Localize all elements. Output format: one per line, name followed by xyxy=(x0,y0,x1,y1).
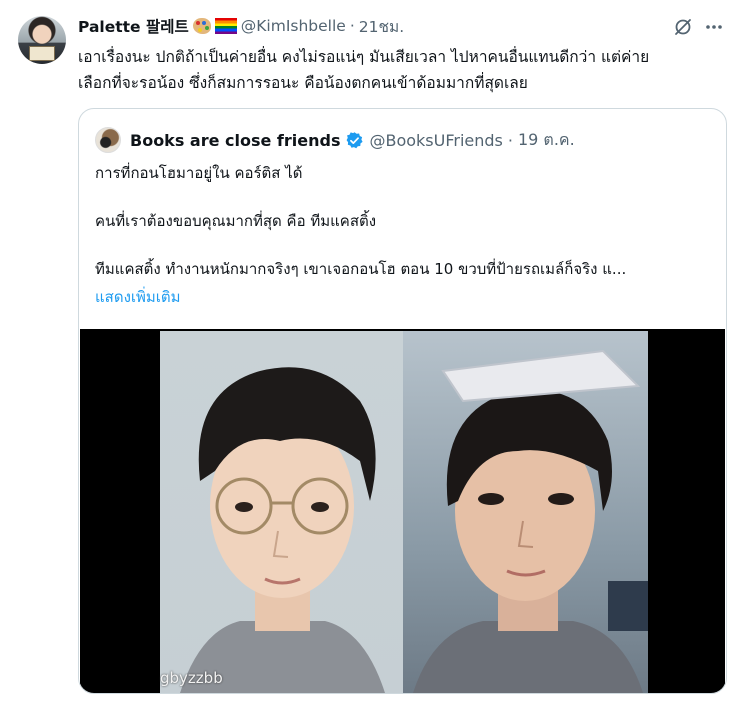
tweet[interactable]: Palette 팔레트 @KimIshbelle · 21ชม. เอาเรื่… xyxy=(0,0,737,703)
more-icon[interactable] xyxy=(703,16,725,38)
photo-right[interactable] xyxy=(403,331,648,693)
tweet-text: เอาเรื่องนะ ปกติถ้าเป็นค่ายอื่น คงไม่รอแ… xyxy=(78,44,728,96)
display-name[interactable]: Palette 팔레트 xyxy=(78,15,189,37)
quoted-display-name[interactable]: Books are close friends xyxy=(130,131,340,150)
quoted-timestamp[interactable]: 19 ต.ค. xyxy=(518,128,575,153)
quoted-handle[interactable]: @BooksUFriends xyxy=(369,131,502,150)
show-more-link[interactable]: แสดงเพิ่มเติม xyxy=(95,285,181,309)
image-watermark: gbyzzbb xyxy=(160,669,223,687)
quoted-tweet[interactable]: Books are close friends @BooksUFriends ·… xyxy=(78,108,727,694)
tweet-text-line: เอาเรื่องนะ ปกติถ้าเป็นค่ายอื่น คงไม่รอแ… xyxy=(78,48,650,66)
quoted-separator: · xyxy=(507,130,513,150)
quoted-media[interactable]: gbyzzbb xyxy=(80,329,725,693)
paragraph-spacer xyxy=(95,233,715,257)
separator: · xyxy=(349,17,355,35)
quoted-tweet-header: Books are close friends @BooksUFriends ·… xyxy=(95,127,575,153)
tweet-text-line: เลือกที่จะรอน้อง ซึ่งก็สมการรอนะ คือน้อง… xyxy=(78,74,528,92)
tweet-header: Palette 팔레트 @KimIshbelle · 21ชม. xyxy=(78,14,404,38)
grok-icon[interactable] xyxy=(672,16,694,38)
quoted-text-line: การที่กอนโฮมาอยู่ใน คอร์ติส ได้ xyxy=(95,164,303,182)
timestamp[interactable]: 21ชม. xyxy=(359,14,404,39)
verified-badge-icon xyxy=(345,131,364,150)
avatar[interactable] xyxy=(18,16,66,64)
quoted-text-line: ทีมแคสติ้ง ทำงานหนักมากจริงๆ เขาเจอกอนโฮ… xyxy=(95,260,627,278)
handle[interactable]: @KimIshbelle xyxy=(241,17,346,35)
quoted-text: การที่กอนโฮมาอยู่ใน คอร์ติส ได้ คนที่เรา… xyxy=(95,161,715,281)
photo-left[interactable] xyxy=(160,331,403,693)
palette-emoji-icon xyxy=(192,18,211,34)
quoted-avatar[interactable] xyxy=(95,127,121,153)
avatar-board-detail xyxy=(29,46,55,61)
paragraph-spacer xyxy=(95,185,715,209)
rainbow-flag-emoji-icon xyxy=(214,18,237,34)
quoted-text-line: คนที่เราต้องขอบคุณมากที่สุด คือ ทีมแคสติ… xyxy=(95,212,377,230)
